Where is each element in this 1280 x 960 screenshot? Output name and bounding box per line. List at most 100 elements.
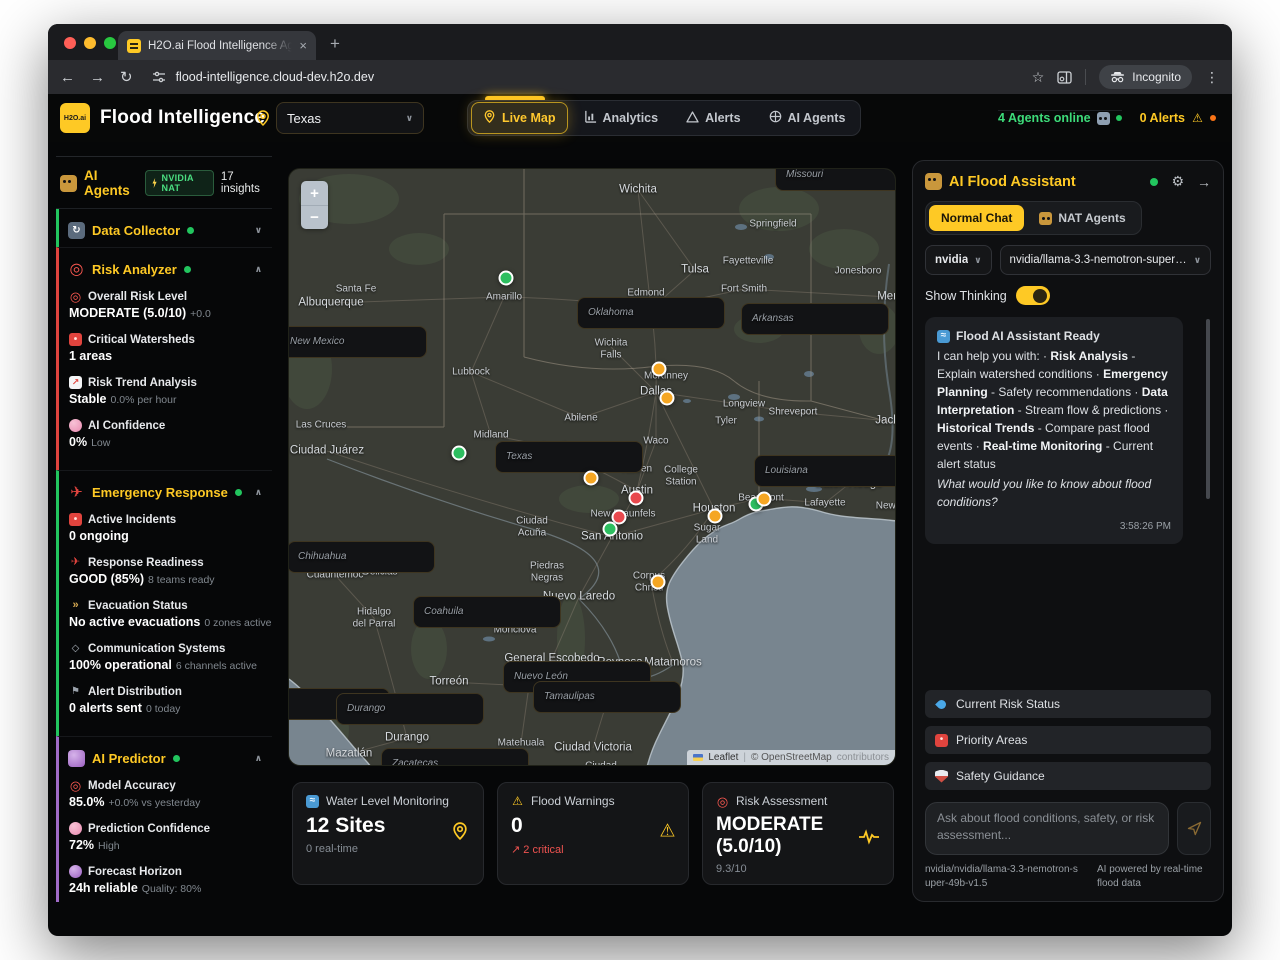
chat-tab-nat-agents[interactable]: NAT Agents — [1027, 205, 1137, 231]
chat-scrollbar[interactable] — [1206, 319, 1210, 499]
model-select[interactable]: nvidia/llama-3.3-nemotron-super-49b-v1. … — [1000, 245, 1211, 275]
agent-name: AI Predictor — [92, 751, 166, 766]
chevron-up-icon[interactable]: ∧ — [255, 753, 262, 764]
zoom-in-button[interactable]: + — [301, 181, 328, 205]
maximize-window-button[interactable] — [104, 37, 116, 49]
chat-tab-normal-chat[interactable]: Normal Chat — [929, 205, 1024, 231]
chevron-up-icon[interactable]: ∧ — [255, 264, 262, 275]
address-bar[interactable]: flood-intelligence.cloud-dev.h2o.dev — [148, 70, 1017, 84]
metric-label: Evacuation Status — [69, 599, 266, 612]
tab-close-icon[interactable]: × — [299, 39, 307, 52]
assistant-online-dot — [1150, 178, 1158, 186]
show-thinking-toggle[interactable] — [1016, 286, 1050, 305]
metric-extra: +0.0% vs yesterday — [108, 797, 200, 809]
site-marker-elevated[interactable] — [651, 575, 666, 590]
site-marker-elevated[interactable] — [708, 509, 723, 524]
metric-extra: High — [98, 840, 120, 852]
chat-input[interactable] — [937, 810, 1157, 842]
chevron-down-icon: ∨ — [406, 113, 413, 124]
chart-up-icon — [69, 376, 82, 389]
agent-status-dot — [235, 489, 242, 496]
minimize-window-button[interactable] — [84, 37, 96, 49]
bolt-icon — [152, 178, 158, 188]
site-settings-icon[interactable] — [152, 70, 166, 84]
site-marker-elevated[interactable] — [660, 391, 675, 406]
zoom-out-button[interactable]: − — [301, 205, 328, 229]
agent-header[interactable]: Risk Analyzer∧ — [68, 261, 266, 278]
robot-icon — [1097, 112, 1110, 125]
metric-row: Overall Risk LevelMODERATE (5.0/10)+0.0 — [69, 290, 266, 320]
site-marker-high[interactable] — [629, 491, 644, 506]
metric-row: Critical Watersheds1 areas — [69, 333, 266, 363]
target-icon — [716, 795, 729, 808]
site-marker-normal[interactable] — [499, 271, 514, 286]
metric-label-text: Prediction Confidence — [88, 823, 210, 835]
nav-tab-label: Analytics — [603, 111, 659, 125]
url-text[interactable]: flood-intelligence.cloud-dev.h2o.dev — [176, 70, 375, 84]
stats-row: Water Level Monitoring 12 Sites 0 real-t… — [292, 782, 894, 885]
map-attribution: Leaflet | © OpenStreetMap contributors — [687, 750, 895, 765]
accordion-safety-guidance[interactable]: Safety Guidance — [925, 762, 1211, 790]
side-panel-icon[interactable] — [1057, 71, 1072, 84]
new-tab-button[interactable]: + — [330, 34, 340, 54]
agent-header[interactable]: Emergency Response∧ — [68, 484, 266, 501]
metric-row: Active Incidents 0 ongoing — [69, 513, 266, 543]
site-marker-elevated[interactable] — [757, 492, 772, 507]
site-marker-elevated[interactable] — [652, 362, 667, 377]
browser-tab[interactable]: H2O.ai Flood Intelligence Age × — [118, 31, 316, 60]
agent-header[interactable]: Data Collector∨ — [68, 222, 266, 239]
satellite-icon — [69, 642, 82, 655]
osm-link[interactable]: © OpenStreetMap — [751, 752, 832, 763]
chat-mode-tabs: Normal Chat NAT Agents — [925, 201, 1142, 235]
forward-icon[interactable]: → — [90, 70, 105, 85]
flood-map[interactable]: WichitaSpringfieldTulsaFayettevilleJones… — [288, 168, 896, 766]
agent-section-emergency-response: Emergency Response∧ Active Incidents 0 ong… — [56, 470, 272, 736]
metric-value: 1 areas — [69, 349, 266, 363]
metric-label-text: Active Incidents — [88, 514, 176, 526]
metric-value: 0%Low — [69, 435, 266, 449]
main-nav: Live Map Analytics AlertsAI Agents — [467, 100, 861, 136]
nav-tab-analytics[interactable]: Analytics — [572, 103, 671, 133]
metric-label-text: Evacuation Status — [88, 600, 188, 612]
agent-section-ai-predictor: AI Predictor∧Model Accuracy85.0%+0.0% vs… — [56, 736, 272, 902]
collapse-panel-icon[interactable]: → — [1197, 174, 1211, 190]
nav-tab-live-map[interactable]: Live Map — [471, 102, 568, 134]
nav-tab-ai-agents[interactable]: AI Agents — [757, 103, 858, 133]
bookmark-icon[interactable]: ☆ — [1032, 70, 1045, 84]
metric-value: GOOD (85%)8 teams ready — [69, 572, 266, 586]
region-select[interactable]: Texas ∨ — [276, 102, 424, 134]
chat-tab-label: NAT Agents — [1058, 211, 1125, 225]
chevron-down-icon[interactable]: ∨ — [255, 225, 262, 236]
provider-select[interactable]: nvidia ∨ — [925, 245, 992, 275]
metric-value: No active evacuations0 zones active — [69, 615, 266, 629]
site-marker-elevated[interactable] — [584, 471, 599, 486]
agent-metrics: Overall Risk LevelMODERATE (5.0/10)+0.0 C… — [68, 290, 266, 449]
card-title: Water Level Monitoring — [326, 794, 449, 808]
back-icon[interactable]: ← — [60, 70, 75, 85]
agent-header[interactable]: AI Predictor ∧ — [68, 750, 266, 767]
chevron-up-icon[interactable]: ∧ — [255, 487, 262, 498]
nav-tab-alerts[interactable]: Alerts — [674, 104, 752, 133]
close-window-button[interactable] — [64, 37, 76, 49]
accordion-current-risk[interactable]: Current Risk Status — [925, 690, 1211, 718]
leaflet-link[interactable]: Leaflet — [708, 752, 738, 763]
warn-nav-icon — [686, 111, 699, 126]
metric-value: 0 alerts sent0 today — [69, 701, 266, 715]
wave-icon — [937, 330, 950, 343]
site-marker-normal[interactable] — [452, 446, 467, 461]
metric-value: 0 ongoing — [69, 529, 266, 543]
metric-extra: 0 today — [146, 703, 180, 715]
send-button[interactable] — [1177, 802, 1211, 855]
metric-label: Model Accuracy — [69, 779, 266, 792]
reload-icon[interactable]: ↻ — [120, 70, 133, 85]
site-marker-normal[interactable] — [603, 522, 618, 537]
metric-label: Overall Risk Level — [69, 290, 266, 303]
card-title: Risk Assessment — [736, 794, 827, 808]
metric-value: Stable0.0% per hour — [69, 392, 266, 406]
robot-icon — [1039, 212, 1052, 225]
gear-icon[interactable]: ⚙ — [1171, 173, 1184, 190]
browser-menu-icon[interactable]: ⋮ — [1205, 69, 1220, 86]
siren-icon — [69, 513, 82, 526]
window-controls — [64, 37, 116, 49]
accordion-priority-areas[interactable]: Priority Areas — [925, 726, 1211, 754]
